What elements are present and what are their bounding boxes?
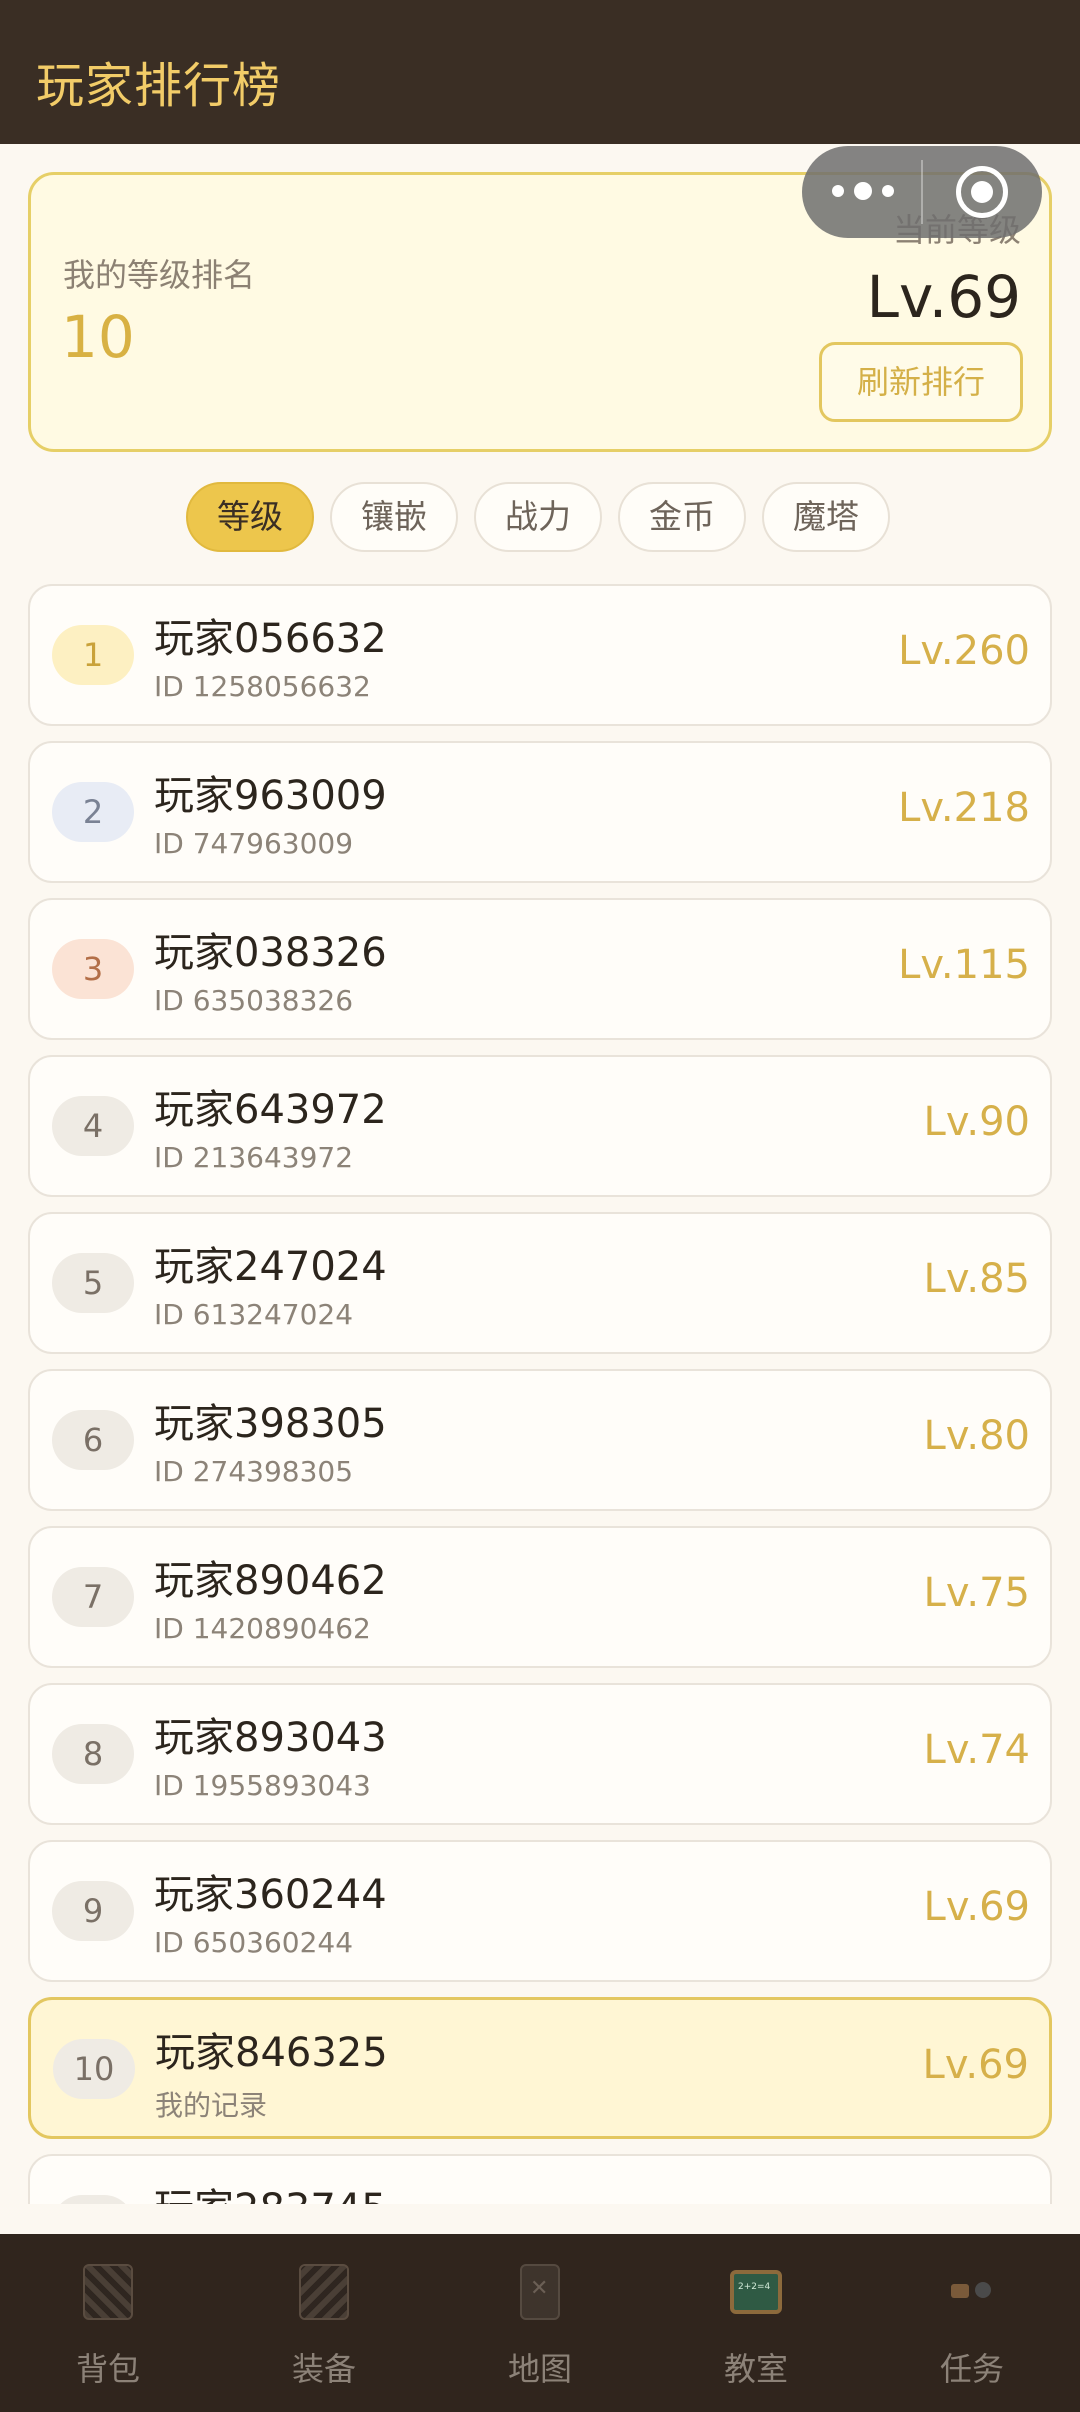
tab-combat-power[interactable]: 战力 bbox=[474, 482, 602, 552]
rank-badge: 1 bbox=[52, 625, 134, 685]
player-id: ID 1955893043 bbox=[154, 1769, 371, 1802]
rank-badge: 5 bbox=[52, 1253, 134, 1313]
player-name: 玩家360244 bbox=[154, 1872, 387, 1918]
my-rank-label: 我的等级排名 bbox=[63, 256, 256, 294]
player-name: 玩家846325 bbox=[155, 2030, 388, 2076]
nav-equipment[interactable]: 装备 bbox=[216, 2234, 432, 2412]
player-level: Lv.218 bbox=[898, 785, 1030, 831]
more-options-icon[interactable] bbox=[832, 176, 894, 206]
ranking-row[interactable]: 5 玩家247024 ID 613247024 Lv.85 bbox=[28, 1212, 1052, 1354]
tab-gold[interactable]: 金币 bbox=[618, 482, 746, 552]
rank-badge: 10 bbox=[53, 2039, 135, 2099]
rank-badge bbox=[52, 2195, 134, 2204]
player-id: ID 1258056632 bbox=[154, 670, 371, 703]
tab-inlay[interactable]: 镶嵌 bbox=[330, 482, 458, 552]
player-level: Lv.80 bbox=[923, 1413, 1030, 1459]
page-title: 玩家排行榜 bbox=[36, 58, 282, 114]
player-level: Lv.90 bbox=[923, 1099, 1030, 1145]
player-level: Lv.75 bbox=[923, 1570, 1030, 1616]
rank-badge: 9 bbox=[52, 1881, 134, 1941]
player-level: Lv.69 bbox=[923, 1884, 1030, 1930]
nav-classroom[interactable]: 教室 bbox=[648, 2234, 864, 2412]
nav-label: 教室 bbox=[723, 2350, 788, 2388]
player-id: ID 1420890462 bbox=[154, 1612, 371, 1645]
ranking-row[interactable]: 9 玩家360244 ID 650360244 Lv.69 bbox=[28, 1840, 1052, 1982]
tab-magic-tower[interactable]: 魔塔 bbox=[762, 482, 890, 552]
equipment-icon bbox=[299, 2264, 349, 2320]
nav-backpack[interactable]: 背包 bbox=[0, 2234, 216, 2412]
nav-map[interactable]: 地图 bbox=[432, 2234, 648, 2412]
tab-level[interactable]: 等级 bbox=[186, 482, 314, 552]
player-name: 玩家643972 bbox=[154, 1087, 387, 1133]
capsule-menu bbox=[802, 146, 1042, 238]
my-rank-value: 10 bbox=[61, 303, 135, 371]
player-name: 玩家893043 bbox=[154, 1715, 387, 1761]
player-id: ID 213643972 bbox=[154, 1141, 354, 1174]
current-level-value: Lv.69 bbox=[866, 263, 1021, 331]
ranking-row[interactable]: 1 玩家056632 ID 1258056632 Lv.260 bbox=[28, 584, 1052, 726]
player-name: 玩家890462 bbox=[154, 1558, 387, 1604]
player-name: 玩家283745 bbox=[154, 2176, 387, 2204]
app-header: 玩家排行榜 bbox=[0, 0, 1080, 144]
nav-label: 背包 bbox=[75, 2350, 140, 2388]
rank-badge: 3 bbox=[52, 939, 134, 999]
rank-badge: 2 bbox=[52, 782, 134, 842]
ranking-tabs: 等级 镶嵌 战力 金币 魔塔 bbox=[186, 482, 890, 552]
player-id: ID 650360244 bbox=[154, 1926, 354, 1959]
player-id: ID 747963009 bbox=[154, 827, 354, 860]
rank-badge: 8 bbox=[52, 1724, 134, 1784]
map-icon bbox=[520, 2264, 560, 2320]
player-name: 玩家963009 bbox=[154, 773, 387, 819]
player-name: 玩家247024 bbox=[154, 1244, 387, 1290]
ranking-list[interactable]: 1 玩家056632 ID 1258056632 Lv.260 2 玩家9630… bbox=[28, 584, 1052, 2204]
player-id: ID 613247024 bbox=[154, 1298, 354, 1331]
close-miniprogram-icon[interactable] bbox=[956, 166, 1008, 218]
task-icon bbox=[947, 2282, 997, 2302]
classroom-icon bbox=[730, 2270, 782, 2314]
nav-label: 任务 bbox=[939, 2350, 1004, 2388]
player-name: 玩家056632 bbox=[154, 616, 387, 662]
nav-label: 装备 bbox=[291, 2350, 356, 2388]
ranking-row[interactable]: 玩家283745 bbox=[28, 2154, 1052, 2204]
my-ranking-row[interactable]: 10 玩家846325 我的记录 Lv.69 bbox=[28, 1997, 1052, 2139]
rank-badge: 6 bbox=[52, 1410, 134, 1470]
refresh-ranking-button[interactable]: 刷新排行 bbox=[819, 342, 1023, 422]
player-name: 玩家038326 bbox=[154, 930, 387, 976]
rank-badge: 7 bbox=[52, 1567, 134, 1627]
ranking-row[interactable]: 2 玩家963009 ID 747963009 Lv.218 bbox=[28, 741, 1052, 883]
bottom-nav: 背包 装备 地图 教室 任务 bbox=[0, 2234, 1080, 2412]
nav-task[interactable]: 任务 bbox=[864, 2234, 1080, 2412]
capsule-divider bbox=[921, 160, 923, 224]
player-id: ID 635038326 bbox=[154, 984, 354, 1017]
ranking-row[interactable]: 8 玩家893043 ID 1955893043 Lv.74 bbox=[28, 1683, 1052, 1825]
backpack-icon bbox=[83, 2264, 133, 2320]
ranking-row[interactable]: 6 玩家398305 ID 274398305 Lv.80 bbox=[28, 1369, 1052, 1511]
player-level: Lv.115 bbox=[898, 942, 1030, 988]
ranking-row[interactable]: 7 玩家890462 ID 1420890462 Lv.75 bbox=[28, 1526, 1052, 1668]
player-level: Lv.74 bbox=[923, 1727, 1030, 1773]
my-record-label: 我的记录 bbox=[155, 2089, 268, 2122]
ranking-row[interactable]: 3 玩家038326 ID 635038326 Lv.115 bbox=[28, 898, 1052, 1040]
player-level: Lv.69 bbox=[922, 2042, 1029, 2088]
player-level: Lv.260 bbox=[898, 628, 1030, 674]
nav-label: 地图 bbox=[507, 2350, 572, 2388]
ranking-row[interactable]: 4 玩家643972 ID 213643972 Lv.90 bbox=[28, 1055, 1052, 1197]
player-name: 玩家398305 bbox=[154, 1401, 387, 1447]
rank-badge: 4 bbox=[52, 1096, 134, 1156]
player-id: ID 274398305 bbox=[154, 1455, 354, 1488]
player-level: Lv.85 bbox=[923, 1256, 1030, 1302]
